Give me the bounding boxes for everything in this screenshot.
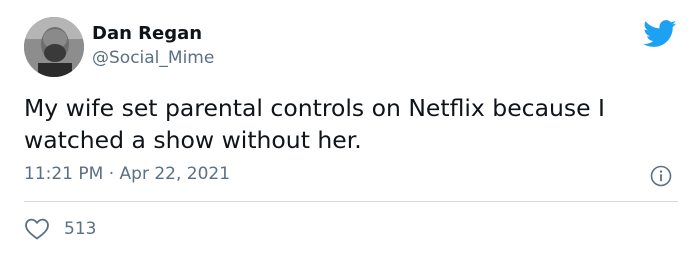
display-name[interactable]: Dan Regan [92,23,202,44]
twitter-bird-icon[interactable] [643,20,677,48]
tweet-card: Dan Regan @Social_Mime My wife set paren… [0,0,700,256]
like-count: 513 [64,219,97,239]
like-button[interactable]: 513 [24,216,96,242]
info-icon[interactable] [650,165,672,187]
heart-icon [25,218,49,240]
tweet-text: My wife set parental controls on Netflix… [24,94,605,154]
avatar-photo [24,17,84,77]
user-handle[interactable]: @Social_Mime [92,48,214,68]
tweet-timestamp[interactable]: 11:21 PM · Apr 22, 2021 [24,164,230,184]
divider [24,201,678,202]
avatar[interactable] [24,17,84,77]
